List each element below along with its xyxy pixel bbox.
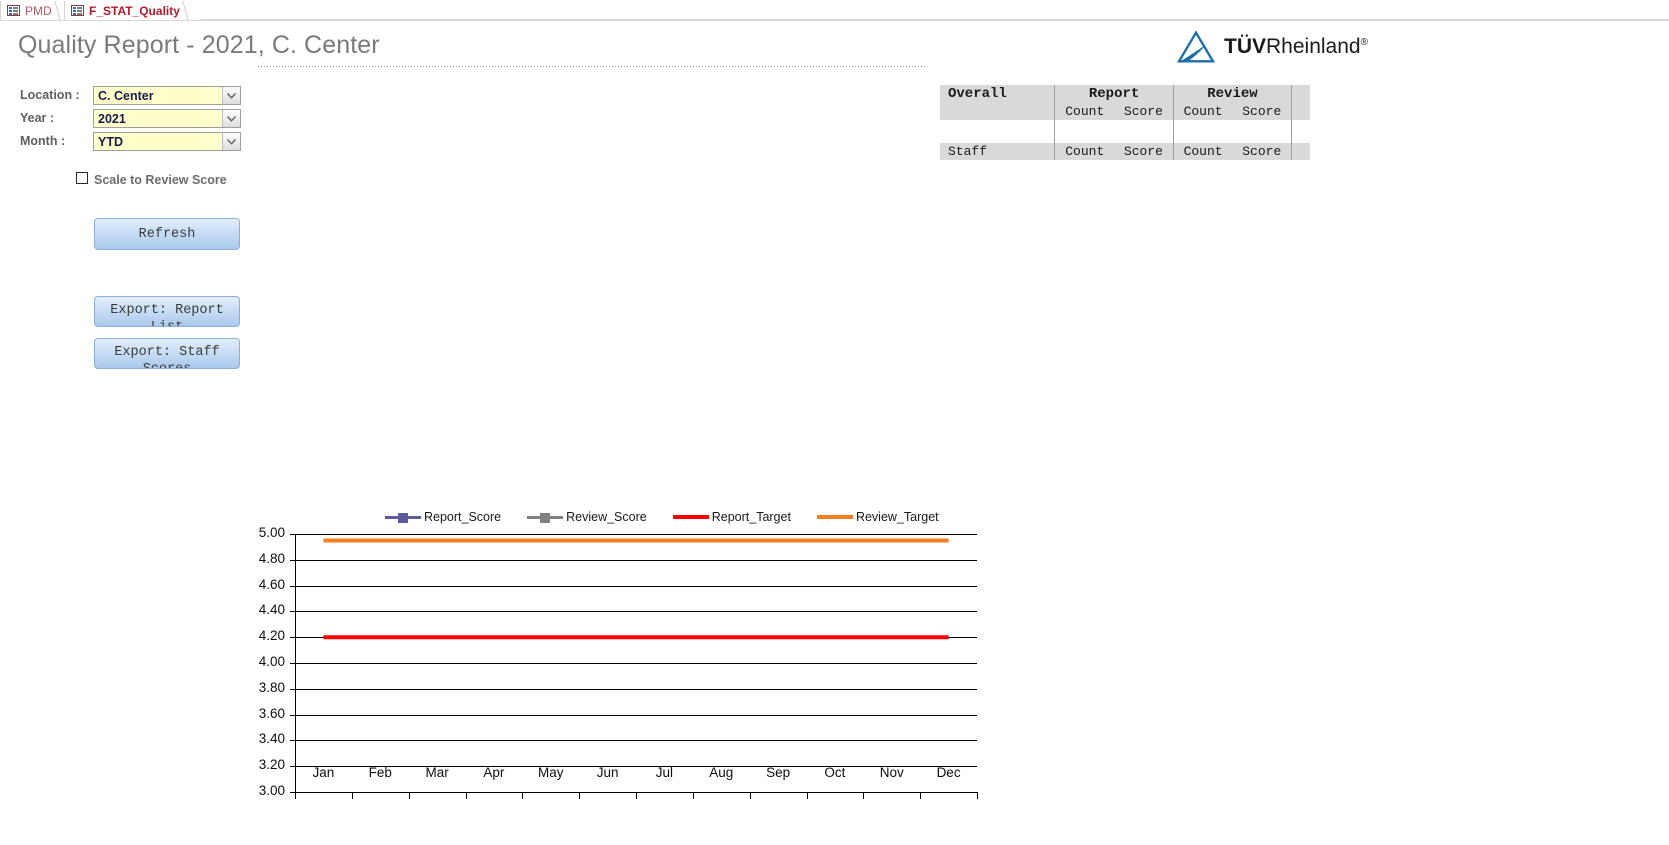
x-axis-tick-label: Dec (936, 765, 961, 780)
x-axis-tick-label: Jun (596, 765, 619, 780)
x-axis-tick-label: Sep (766, 765, 791, 780)
y-axis-tick-label: 4.60 (258, 576, 285, 592)
x-axis-tick-label: Jan (312, 765, 335, 780)
y-axis-tick-label: 3.20 (258, 757, 285, 773)
y-axis-tick-label: 5.00 (258, 525, 285, 540)
x-axis-tick-label: Aug (709, 765, 734, 780)
y-axis-tick-label: 4.00 (258, 654, 285, 669)
x-axis-tick-label: Oct (824, 765, 846, 780)
y-axis-tick-label: 3.40 (258, 731, 285, 747)
x-axis-tick-label: Mar (425, 765, 449, 780)
y-axis-tick-label: 3.80 (258, 679, 285, 695)
y-axis-tick-label: 4.80 (258, 550, 285, 566)
y-axis-tick-label: 4.40 (258, 602, 285, 618)
quality-report-window: PMD F_STAT_Quality Quality Report - 2021… (0, 0, 1669, 845)
x-axis-tick-label: May (537, 765, 564, 780)
x-axis-tick-label: Nov (879, 765, 904, 780)
x-axis-tick-label: Apr (483, 765, 505, 780)
y-axis-tick-label: 4.20 (258, 628, 285, 644)
x-axis-tick-label: Jul (655, 765, 674, 780)
y-axis-tick-label: 3.60 (258, 705, 285, 721)
y-axis-tick-label: 3.00 (258, 783, 285, 798)
x-axis-tick-label: Feb (368, 765, 392, 780)
